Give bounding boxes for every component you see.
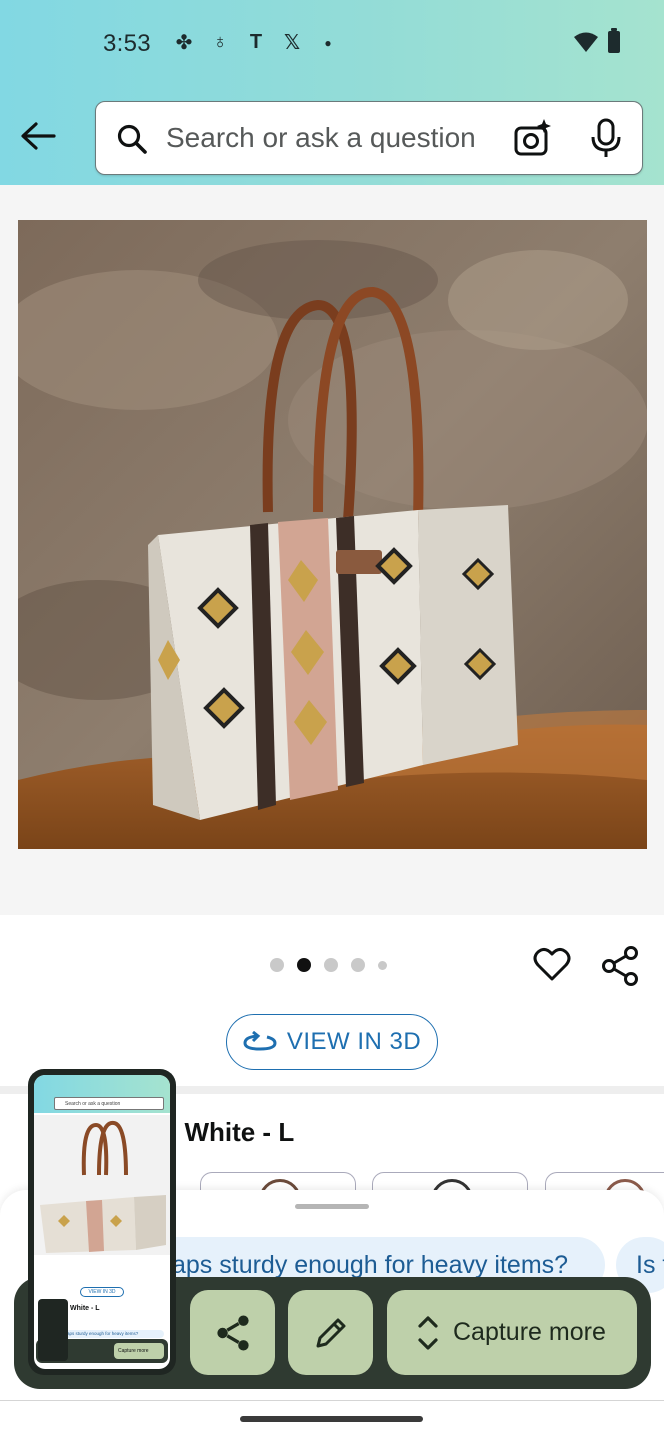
heart-icon[interactable] (533, 946, 571, 984)
capture-more-button[interactable]: Capture more (387, 1290, 637, 1375)
water-drop-icon: ♁ (212, 31, 228, 53)
product-photo[interactable] (18, 220, 647, 849)
thumbnail-nested-preview (38, 1299, 68, 1361)
suggestion-chip-label: aps sturdy enough for heavy items? (172, 1250, 569, 1279)
carousel-dot[interactable] (324, 958, 338, 972)
x-icon: 𝕏 (283, 32, 301, 54)
product-title: l White - L (170, 1117, 295, 1147)
screenshot-thumbnail[interactable]: Search or ask a question VIEW IN 3D Whit… (28, 1069, 176, 1375)
arrow-left-icon (21, 122, 56, 150)
thumbnail-dots (82, 1275, 122, 1278)
share-screenshot-button[interactable] (190, 1290, 275, 1375)
capture-more-label: Capture more (453, 1318, 606, 1346)
thumbnail-capture: Capture more (114, 1343, 164, 1359)
camera-search-icon[interactable] (513, 118, 553, 158)
thumbnail-image-area (34, 1115, 170, 1255)
suggestion-chip-label: Is t (636, 1250, 664, 1279)
battery-icon (608, 28, 620, 53)
carousel-dot[interactable] (270, 958, 284, 972)
notification-icons: ✤ ♁ T 𝕏 ● (172, 30, 340, 55)
expand-icon (418, 1315, 438, 1350)
search-icon (117, 124, 147, 154)
carousel-dot-active[interactable] (297, 958, 311, 972)
carousel-dot[interactable] (351, 958, 365, 972)
back-button[interactable] (18, 116, 58, 156)
app-header: 3:53 ✤ ♁ T 𝕏 ● Search or ask a question (0, 0, 664, 185)
dot-icon: ● (324, 35, 332, 50)
thumbnail-title: White - L (70, 1305, 100, 1312)
share-icon[interactable] (601, 946, 639, 986)
rotate-3d-icon (243, 1031, 277, 1051)
carousel-dot[interactable] (378, 960, 387, 970)
thumbnail-view-3d: VIEW IN 3D (80, 1287, 124, 1297)
system-icons (574, 28, 620, 53)
search-bar[interactable]: Search or ask a question (95, 101, 643, 175)
view-in-3d-label: VIEW IN 3D (286, 1028, 422, 1055)
thumbnail-content: Search or ask a question VIEW IN 3D Whit… (34, 1075, 170, 1369)
gesture-nav-bar[interactable] (240, 1416, 423, 1422)
sheet-divider (0, 1400, 664, 1401)
view-in-3d-button[interactable]: VIEW IN 3D (226, 1014, 438, 1070)
product-image-carousel[interactable] (0, 185, 664, 915)
tesla-icon: T (249, 31, 263, 53)
sheet-drag-handle[interactable] (295, 1204, 369, 1209)
share-icon (216, 1314, 249, 1351)
wifi-icon (574, 32, 598, 52)
screen: 3:53 ✤ ♁ T 𝕏 ● Search or ask a question … (0, 0, 664, 1440)
edit-icon (316, 1318, 345, 1347)
microphone-icon[interactable] (589, 118, 623, 158)
edit-screenshot-button[interactable] (288, 1290, 373, 1375)
pinwheel-icon: ✤ (175, 32, 193, 54)
search-input[interactable]: Search or ask a question (166, 122, 476, 154)
carousel-indicator (270, 958, 387, 972)
thumbnail-search: Search or ask a question (54, 1097, 164, 1110)
status-time: 3:53 (103, 30, 151, 57)
status-bar: 3:53 ✤ ♁ T 𝕏 ● (0, 0, 664, 88)
thumbnail-chip: aps sturdy enough for heavy items? (64, 1330, 164, 1338)
